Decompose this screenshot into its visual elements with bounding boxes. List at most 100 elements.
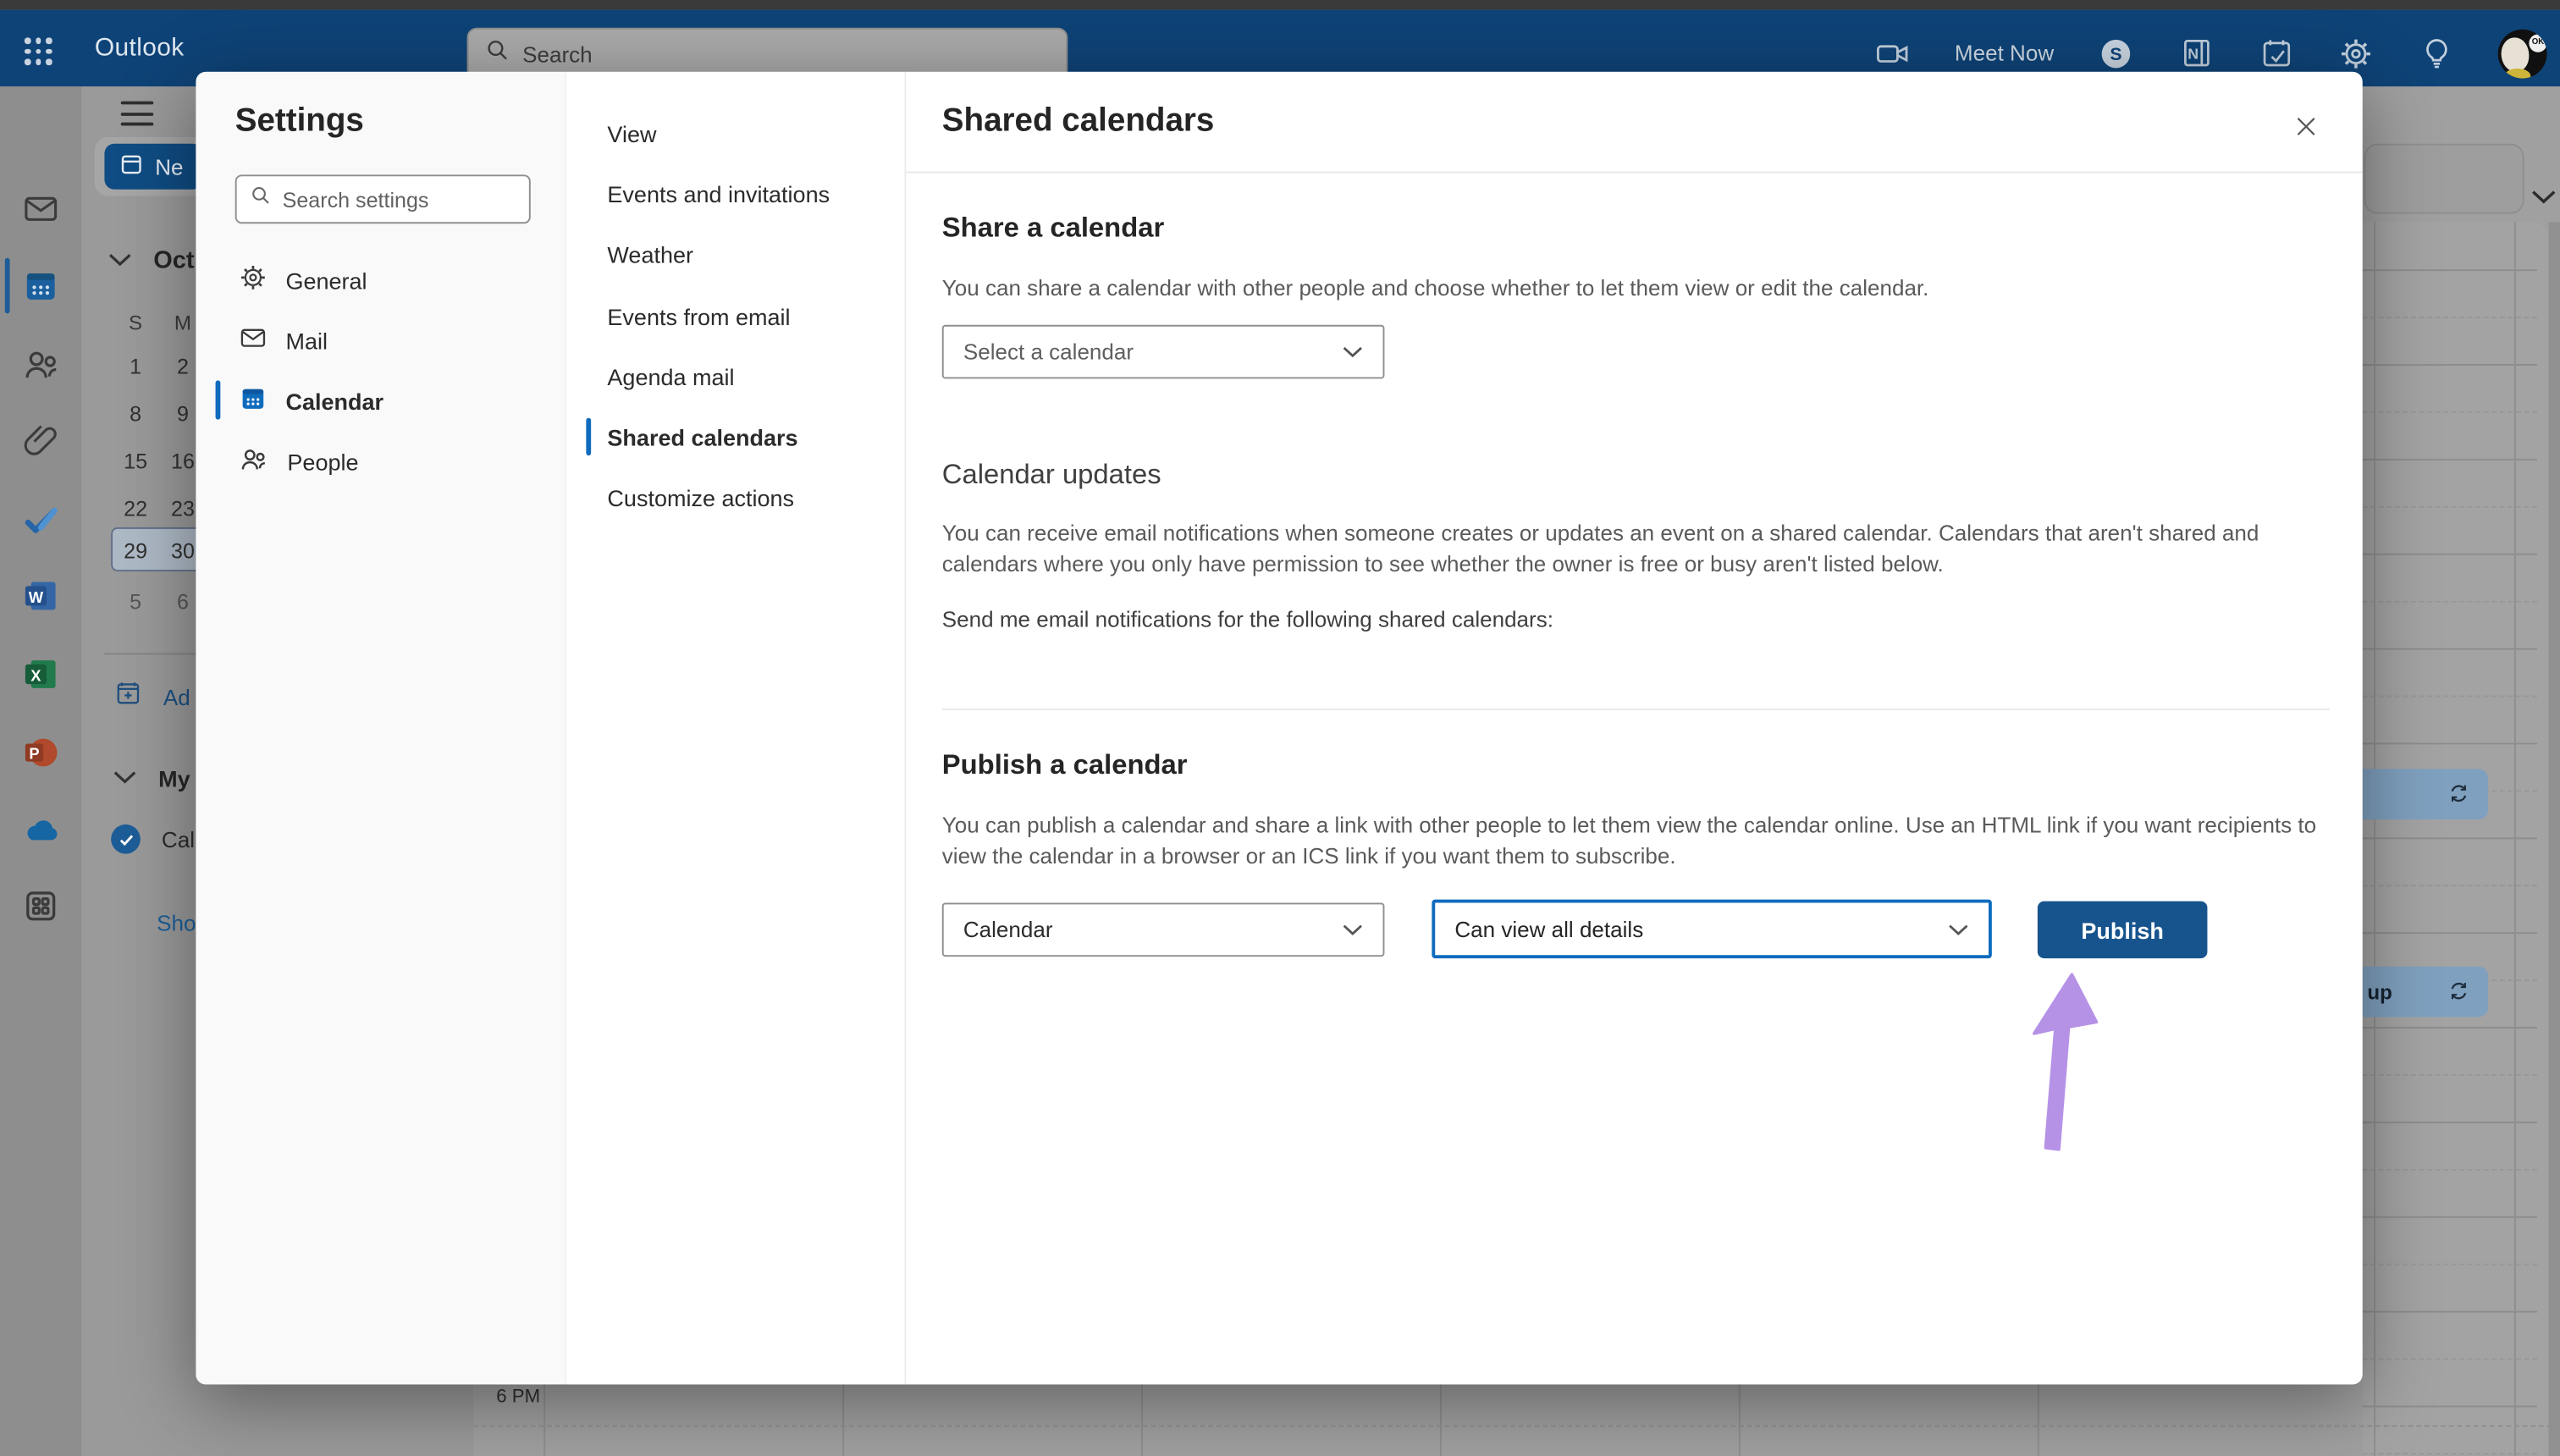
- month-label: Oct: [153, 246, 195, 274]
- time-label: 6 PM: [496, 1387, 541, 1408]
- rail-calendar-icon[interactable]: [0, 258, 81, 314]
- day-column-line: [1141, 1384, 1143, 1456]
- mini-cal-date[interactable]: 8: [116, 401, 155, 426]
- recurrence-icon: [2446, 978, 2472, 1012]
- tasks-icon[interactable]: [2258, 35, 2293, 70]
- scroll-gutter[interactable]: [2548, 222, 2560, 1456]
- meet-now-label[interactable]: Meet Now: [1955, 41, 2054, 65]
- day-column-line: [543, 1384, 546, 1456]
- show-all-link[interactable]: Sho: [157, 911, 196, 935]
- new-event-button[interactable]: Ne: [104, 143, 203, 190]
- skype-icon[interactable]: S: [2098, 35, 2133, 70]
- event-label: up: [2367, 980, 2392, 1004]
- chevron-down-icon: [113, 764, 137, 794]
- calendar-event[interactable]: [2351, 769, 2489, 820]
- subnav-shared-calendars[interactable]: Shared calendars: [566, 406, 906, 466]
- tips-lightbulb-icon[interactable]: [2418, 35, 2453, 70]
- header-divider: [906, 171, 2363, 174]
- settings-search[interactable]: [234, 174, 531, 224]
- checked-circle-icon[interactable]: [111, 824, 141, 854]
- calendar-event[interactable]: up: [2351, 966, 2489, 1018]
- rail-excel-icon[interactable]: X: [0, 647, 81, 703]
- mini-cal-date[interactable]: 15: [116, 449, 155, 473]
- publish-button[interactable]: Publish: [2037, 901, 2208, 959]
- day-column-line: [1738, 1384, 1741, 1456]
- rail-word-icon[interactable]: W: [0, 568, 81, 624]
- subnav-label: Events and invitations: [607, 180, 830, 207]
- subnav-agenda-mail[interactable]: Agenda mail: [566, 346, 906, 406]
- gear-icon: [239, 262, 268, 296]
- settings-modal: Settings General Mail: [196, 71, 2363, 1385]
- dropdown-value: Select a calendar: [963, 339, 1134, 365]
- nav-label: Mail: [285, 327, 328, 354]
- my-calendars-group[interactable]: My: [113, 764, 190, 794]
- mini-cal-date[interactable]: 22: [116, 496, 155, 521]
- rail-mail-icon[interactable]: [0, 181, 81, 237]
- account-avatar[interactable]: OK: [2497, 28, 2547, 78]
- chevron-down-icon: [1343, 346, 1362, 358]
- rail-todo-icon[interactable]: [0, 491, 81, 547]
- settings-nav-calendar[interactable]: Calendar: [196, 371, 566, 431]
- permission-dropdown[interactable]: Can view all details: [1432, 899, 1992, 959]
- recurrence-icon: [2446, 780, 2472, 815]
- chevron-down-icon[interactable]: [2530, 188, 2557, 206]
- view-switcher-button[interactable]: [2364, 143, 2524, 214]
- settings-title: Settings: [234, 102, 364, 139]
- svg-text:X: X: [30, 667, 41, 685]
- search-input[interactable]: [522, 41, 1051, 67]
- nav-label: Calendar: [285, 388, 384, 414]
- mail-icon: [239, 323, 268, 358]
- publish-calendar-dropdown[interactable]: Calendar: [941, 902, 1385, 957]
- month-selector[interactable]: Oct: [108, 246, 195, 274]
- share-body: You can share a calendar with other peop…: [941, 275, 1929, 301]
- subnav-view[interactable]: View: [566, 102, 906, 163]
- add-calendar-button[interactable]: Ad: [114, 679, 190, 714]
- onenote-icon[interactable]: N: [2178, 35, 2214, 70]
- select-calendar-dropdown[interactable]: Select a calendar: [941, 324, 1385, 379]
- settings-nav-column: Settings General Mail: [196, 71, 567, 1385]
- nav-selected-indicator: [215, 380, 221, 420]
- updates-heading: Calendar updates: [941, 458, 1161, 490]
- subnav-customize-actions[interactable]: Customize actions: [566, 467, 906, 527]
- section-divider: [941, 708, 2331, 710]
- add-calendar-label: Ad: [163, 685, 190, 709]
- subnav-label: Events from email: [607, 302, 791, 329]
- close-icon[interactable]: [2287, 108, 2323, 143]
- settings-search-input[interactable]: [282, 186, 516, 212]
- calendar-list-item[interactable]: Cal: [111, 824, 195, 854]
- settings-nav-mail[interactable]: Mail: [196, 310, 566, 370]
- day-column-line: [1439, 1384, 1442, 1456]
- hamburger-menu-icon[interactable]: [120, 101, 154, 126]
- rail-powerpoint-icon[interactable]: P: [0, 725, 81, 780]
- settings-gear-icon[interactable]: [2338, 35, 2374, 70]
- new-event-calendar-icon: [119, 152, 144, 181]
- subnav-weather[interactable]: Weather: [566, 223, 906, 284]
- mini-cal-day-header: S: [129, 312, 143, 335]
- new-event-label: Ne: [155, 154, 184, 179]
- rail-selected-indicator: [4, 257, 10, 314]
- subnav-events-from-email[interactable]: Events from email: [566, 285, 906, 345]
- rail-attachments-icon[interactable]: [0, 413, 81, 469]
- mini-cal-date[interactable]: 1: [116, 354, 155, 378]
- sidebar-divider: [104, 653, 203, 655]
- day-column-line: [842, 1384, 845, 1456]
- search-icon: [485, 37, 510, 70]
- mini-cal-date[interactable]: 29: [116, 538, 155, 563]
- rail-more-apps-icon[interactable]: [0, 879, 81, 935]
- add-calendar-icon: [114, 679, 142, 714]
- svg-text:P: P: [29, 744, 39, 762]
- mini-cal-date[interactable]: 5: [116, 589, 155, 614]
- rail-people-icon[interactable]: [0, 336, 81, 392]
- subnav-label: Weather: [607, 240, 694, 267]
- half-hour-line: [473, 1425, 2560, 1427]
- settings-nav-people[interactable]: People: [196, 431, 566, 491]
- settings-nav-general[interactable]: General: [196, 250, 566, 310]
- notifications-label: Send me email notifications for the foll…: [941, 607, 1553, 632]
- dropdown-value: Can view all details: [1454, 916, 1644, 941]
- rail-onedrive-icon[interactable]: [0, 803, 81, 859]
- day-column-line: [2037, 1384, 2039, 1456]
- meet-now-camera-icon[interactable]: [1874, 35, 1910, 70]
- app-rail: W X P: [0, 86, 82, 1456]
- subnav-events-invitations[interactable]: Events and invitations: [566, 163, 906, 223]
- app-launcher-icon[interactable]: [21, 34, 57, 69]
